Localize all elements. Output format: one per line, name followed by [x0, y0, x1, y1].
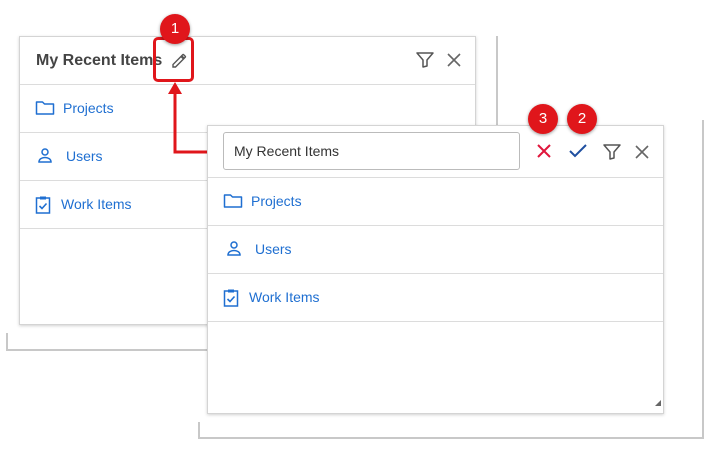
list-item[interactable]: Work Items [208, 274, 663, 322]
widget-header [208, 126, 663, 178]
list-item-label[interactable]: Work Items [61, 196, 132, 212]
frame-line [198, 422, 200, 439]
widget-header: My Recent Items [20, 37, 475, 85]
filter-icon[interactable] [602, 142, 622, 167]
list-item-label[interactable]: Projects [251, 193, 302, 209]
frame-line [702, 120, 704, 439]
list-item[interactable]: Users [208, 226, 663, 274]
close-icon[interactable] [633, 142, 651, 167]
recent-items-widget-editing: Projects Users Work Items [207, 125, 664, 414]
list-item[interactable]: Projects [208, 178, 663, 226]
list-item-label[interactable]: Users [255, 241, 292, 257]
user-icon [37, 147, 53, 170]
callout-badge-cancel: 3 [528, 104, 558, 134]
clipboard-check-icon [35, 195, 51, 220]
callout-badge-confirm: 2 [567, 104, 597, 134]
frame-line [198, 437, 704, 439]
folder-icon [223, 192, 243, 215]
cancel-x-icon[interactable] [535, 142, 553, 165]
list-item-label[interactable]: Projects [63, 100, 114, 116]
list-item-label[interactable]: Work Items [249, 289, 320, 305]
callout-badge-edit: 1 [160, 14, 190, 44]
list-item-label[interactable]: Users [66, 148, 103, 164]
folder-icon [35, 99, 55, 122]
confirm-check-icon[interactable] [568, 142, 588, 165]
user-icon [226, 240, 242, 263]
widget-title-input[interactable] [223, 132, 520, 170]
close-icon[interactable] [445, 50, 463, 75]
filter-icon[interactable] [415, 50, 435, 75]
frame-line [6, 333, 8, 351]
widget-title: My Recent Items [36, 52, 163, 69]
resize-handle[interactable] [655, 393, 661, 411]
clipboard-check-icon [223, 288, 239, 313]
